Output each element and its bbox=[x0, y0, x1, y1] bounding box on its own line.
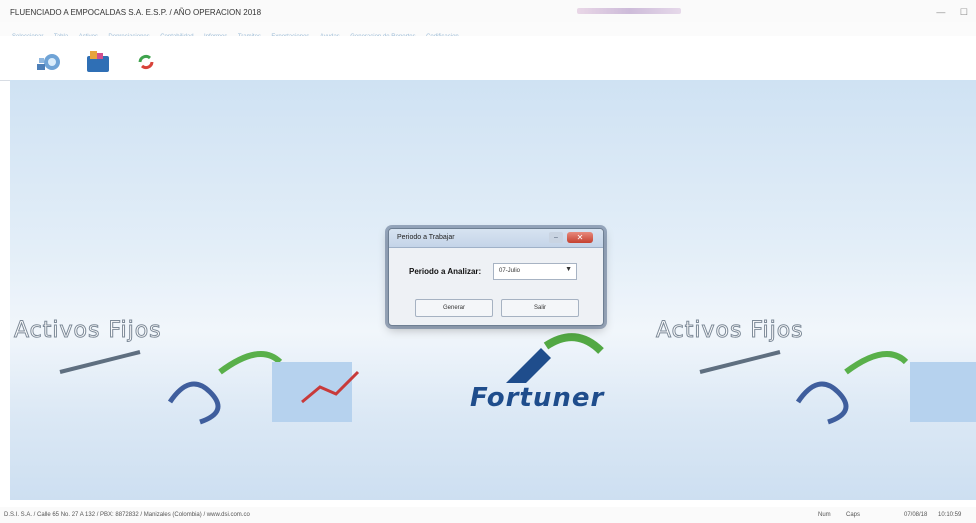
banner-right: Activos Fijos bbox=[656, 318, 804, 344]
maximize-icon[interactable]: ☐ bbox=[960, 7, 968, 17]
brand-name: Fortuner bbox=[470, 383, 605, 413]
toolbar bbox=[0, 36, 976, 81]
dialog-minimize-icon[interactable]: – bbox=[549, 232, 563, 243]
status-company-info: D.S.I. S.A. / Calle 65 No. 27 A 132 / PB… bbox=[4, 512, 250, 518]
period-select-value: 07-Julio bbox=[499, 268, 521, 274]
dialog-title: Periodo a Trabajar bbox=[397, 234, 455, 241]
refresh-icon[interactable] bbox=[132, 48, 160, 76]
exit-button[interactable]: Salir bbox=[501, 299, 579, 317]
banner-left: Activos Fijos bbox=[14, 318, 162, 344]
window-controls: — ☐ bbox=[924, 7, 968, 18]
status-num: Num bbox=[818, 512, 831, 518]
generate-button[interactable]: Generar bbox=[415, 299, 493, 317]
status-caps: Caps bbox=[846, 512, 861, 518]
menu-bar: Seleccionar Tabla Activos Depreciaciones… bbox=[0, 22, 976, 40]
folder-icon[interactable] bbox=[84, 48, 112, 76]
dialog-close-icon[interactable]: ✕ bbox=[567, 232, 593, 243]
fortuner-logo-icon bbox=[506, 333, 604, 383]
title-decoration bbox=[577, 8, 681, 14]
title-bar: FLUENCIADO A EMPOCALDAS S.A. E.S.P. / AÑ… bbox=[0, 0, 976, 22]
chevron-down-icon[interactable]: ▼ bbox=[565, 266, 572, 273]
window-title: FLUENCIADO A EMPOCALDAS S.A. E.S.P. / AÑ… bbox=[10, 8, 262, 17]
period-dialog: Periodo a Trabajar – ✕ Periodo a Analiza… bbox=[388, 228, 604, 326]
network-icon[interactable] bbox=[34, 48, 62, 76]
dialog-title-bar: Periodo a Trabajar – ✕ bbox=[389, 229, 603, 248]
status-time: 10:10:59 bbox=[938, 512, 962, 518]
period-label: Periodo a Analizar: bbox=[409, 267, 482, 276]
status-bar: D.S.I. S.A. / Calle 65 No. 27 A 132 / PB… bbox=[0, 507, 976, 523]
period-select[interactable]: 07-Julio ▼ bbox=[493, 263, 577, 280]
decorative-art-right bbox=[699, 350, 976, 425]
minimize-icon[interactable]: — bbox=[936, 7, 945, 17]
status-date: 07/08/18 bbox=[904, 512, 928, 518]
decorative-art-left bbox=[59, 350, 360, 425]
